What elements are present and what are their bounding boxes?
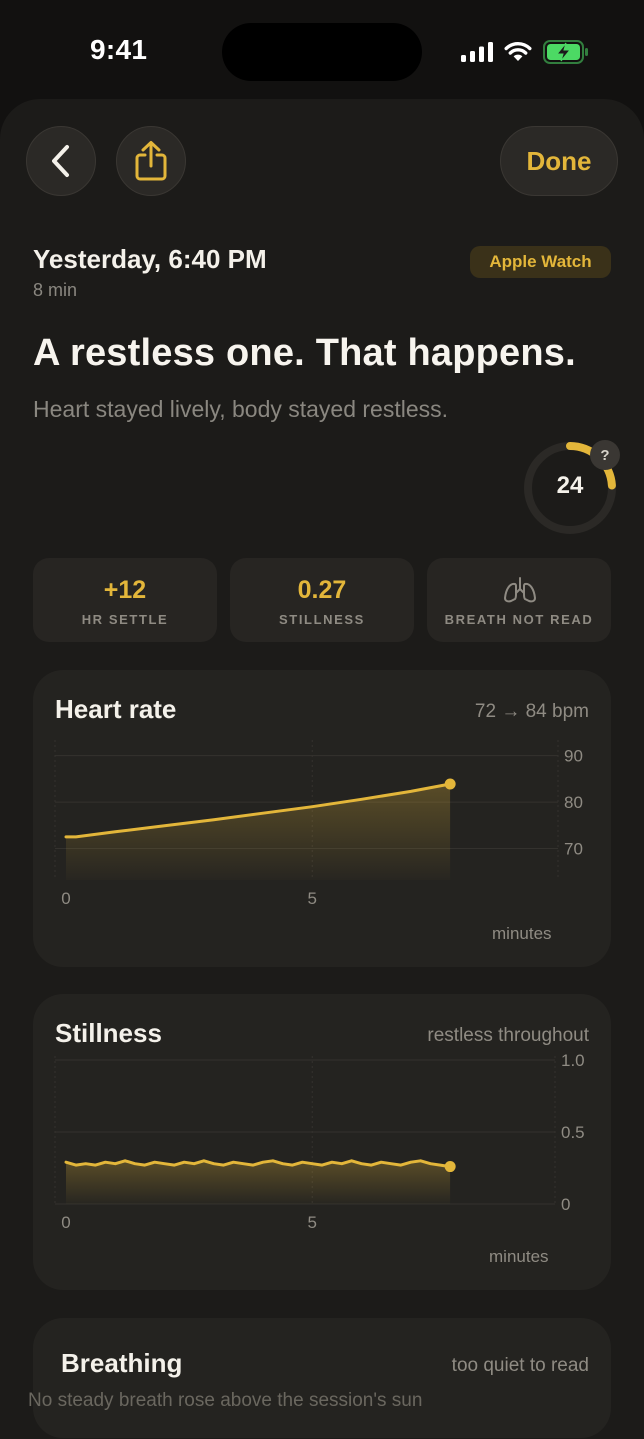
stat-label: STILLNESS <box>279 612 365 627</box>
stat-breath: BREATH NOT READ <box>427 558 611 642</box>
session-headline: A restless one. That happens. <box>33 332 576 374</box>
y-tick-label: 1.0 <box>561 1051 585 1070</box>
stat-stillness: 0.27 STILLNESS <box>230 558 414 642</box>
wifi-icon <box>504 41 532 61</box>
series-end-point <box>444 1161 456 1173</box>
battery-charging-icon <box>543 40 588 64</box>
y-tick-label: 80 <box>564 793 583 812</box>
share-icon <box>135 141 167 181</box>
session-date: Yesterday, 6:40 PM <box>33 244 267 274</box>
breathing-description: No steady breath rose above the session'… <box>28 1390 423 1411</box>
breathing-card[interactable]: Breathing too quiet to read <box>33 1318 611 1438</box>
card-title: Breathing <box>61 1348 183 1378</box>
share-button[interactable] <box>116 126 186 196</box>
x-tick-label: 5 <box>308 889 317 908</box>
x-tick-label: 5 <box>308 1213 317 1232</box>
series-area <box>66 1160 451 1204</box>
stillness-chart: 0 0.5 1.0 0 5 <box>54 1051 585 1232</box>
y-tick-label: 0 <box>561 1195 570 1214</box>
card-summary: too quiet to read <box>451 1355 589 1376</box>
session-duration: 8 min <box>33 280 78 300</box>
lungs-icon <box>504 577 536 603</box>
done-button[interactable]: Done <box>500 126 618 196</box>
score-help-icon[interactable]: ? <box>590 440 620 470</box>
score-value: 24 <box>556 472 584 499</box>
stat-hr-settle: +12 HR SETTLE <box>33 558 217 642</box>
cellular-signal-icon <box>461 42 493 62</box>
x-tick-label: 0 <box>61 889 70 908</box>
stat-label: BREATH NOT READ <box>444 612 594 627</box>
stat-value: +12 <box>103 576 147 604</box>
heart-rate-card[interactable]: Heart rate 72 → 84 bpm 70 80 90 0 5 minutes <box>33 670 611 967</box>
x-axis-label: minutes <box>489 1247 549 1266</box>
heart-rate-chart: 70 80 90 0 5 <box>54 740 583 908</box>
y-tick-label: 90 <box>564 747 583 766</box>
y-tick-label: 0.5 <box>561 1123 585 1142</box>
y-tick-label: 70 <box>564 840 583 859</box>
back-button[interactable] <box>26 126 96 196</box>
session-summary: Heart stayed lively, body stayed restles… <box>33 396 449 422</box>
stat-label: HR SETTLE <box>81 612 169 627</box>
series-end-point <box>444 778 456 790</box>
x-tick-label: 0 <box>61 1213 70 1232</box>
stillness-card[interactable]: Stillness restless throughout 0 0.5 1.0 0 5 … <box>33 994 611 1290</box>
status-time: 9:41 <box>90 34 148 65</box>
x-axis-label: minutes <box>492 924 552 943</box>
source-badge: Apple Watch <box>470 246 611 278</box>
chevron-left-icon <box>52 145 69 177</box>
stat-value: 0.27 <box>297 576 347 604</box>
dynamic-island <box>222 23 422 81</box>
status-bar: 9:41 <box>0 0 644 100</box>
